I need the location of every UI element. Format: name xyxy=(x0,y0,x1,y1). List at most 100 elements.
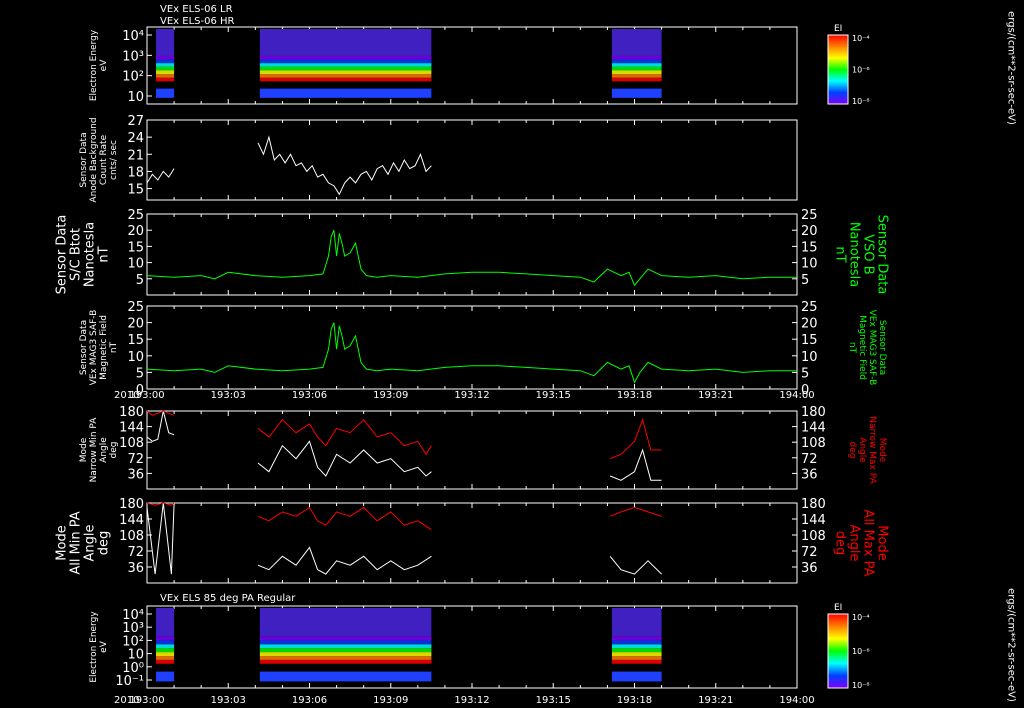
y-tick-label-right: 144 xyxy=(801,421,826,436)
heatmap-band xyxy=(156,74,175,78)
heatmap-band xyxy=(259,659,432,664)
panel-3-ylabel-right-line: Nanotesla xyxy=(847,222,862,287)
colorbar-tick-label: 10⁻⁴ xyxy=(852,613,870,622)
heatmap-band xyxy=(611,652,662,657)
panel-2-ylabel-line: Sensor Data xyxy=(79,132,89,187)
series-line-red xyxy=(257,418,432,456)
y-tick-label: 27 xyxy=(127,114,144,129)
heatmap-block-high xyxy=(156,608,175,637)
heatmap-band xyxy=(156,644,175,649)
y-tick-label: 21 xyxy=(127,148,144,163)
heatmap-band xyxy=(611,63,662,67)
bottom-title: VEx ELS 85 deg PA Regular xyxy=(160,593,296,604)
panel-4-ylabel-right-line: Magnetic Field xyxy=(857,315,867,380)
heatmap-band xyxy=(259,55,432,60)
panel-6-ylabel-right-line: Angle xyxy=(847,525,862,562)
panel-5-ylabel-right-line: deg xyxy=(847,442,857,459)
panel-6-ylabel-line: Mode xyxy=(54,525,69,560)
panel-5-ylabel-line: deg xyxy=(109,442,119,459)
panel-4-ylabel-right: Sensor DataVEx MAG3 SAF-BMagnetic Fieldn… xyxy=(847,310,887,386)
panel-4-ylabel-line: Sensor Data xyxy=(79,320,89,375)
panel-5-ylabel-right: ModeNarrow Max PAAngledeg xyxy=(847,416,887,484)
y-tick-label: 15 xyxy=(127,183,144,198)
series-line-white xyxy=(609,448,662,481)
heatmap-band xyxy=(259,77,432,82)
heatmap-band xyxy=(156,640,175,645)
heatmap-band xyxy=(156,652,175,657)
heatmap-band xyxy=(611,640,662,645)
heatmap-block-high xyxy=(259,608,432,637)
panel-4-frame xyxy=(146,305,798,390)
y-tick-label-right: 180 xyxy=(801,405,826,420)
colorbar-tick-label: 10⁻⁴ xyxy=(852,34,870,43)
x-tick-label: 193:21 xyxy=(698,695,733,706)
series-line-white xyxy=(257,135,432,196)
colorbar-tick-label: 10⁻⁸ xyxy=(852,97,870,106)
y-tick-label: 10² xyxy=(122,70,144,85)
y-tick-label-right: 72 xyxy=(801,545,818,560)
series-line-green xyxy=(146,322,797,384)
panel-3-ylabel-right: Sensor DataVSO BNanoteslanT xyxy=(833,215,890,295)
y-tick-label-right: 10 xyxy=(801,350,818,365)
panel-4-ylabel-line: VEx MAG3 SAF-B xyxy=(89,310,99,386)
panel-5-ylabel-line: Narrow Min PA xyxy=(89,417,99,483)
y-tick-label: 10³ xyxy=(122,49,144,64)
y-tick-label: 72 xyxy=(127,545,144,560)
x-tick-label: 193:18 xyxy=(617,695,652,706)
plot-canvas: VEx ELS-06 LR VEx ELS-06 HR VEx ELS 85 d… xyxy=(54,4,1017,706)
colorbar-unit-bottom-line: ergs/(cm**2-sr-sec-eV) xyxy=(1006,588,1017,702)
heatmap-band xyxy=(259,648,432,653)
x-tick-label: 193:03 xyxy=(211,695,246,706)
panel-6-ylabel-line: Angle xyxy=(82,525,97,562)
panel-6-ylabel-right-line: Mode xyxy=(875,525,890,560)
panel-6-ylabel-line: deg xyxy=(96,531,111,556)
heatmap-band xyxy=(156,70,175,75)
panel-6-ylabel-right: ModeAll Max PAAngledeg xyxy=(833,509,890,576)
panel-1-ylabel-line: Electron Energy xyxy=(89,29,99,101)
series-line-white xyxy=(257,440,432,477)
heatmap-band xyxy=(611,74,662,78)
x-tick-label: 193:12 xyxy=(454,695,489,706)
panel-3-ylabel-line: Nanotesla xyxy=(82,222,97,287)
panel-3-ylabel-line: S/C Btot xyxy=(68,228,83,281)
colorbar-1 xyxy=(827,34,849,105)
panel-1-ylabel-line: eV xyxy=(99,59,109,72)
y-tick-label-right: 144 xyxy=(801,513,826,528)
y-tick-label-right: 72 xyxy=(801,452,818,467)
heatmap-band xyxy=(156,648,175,653)
x-tick-label: 193:09 xyxy=(373,695,408,706)
heatmap-block-high xyxy=(611,29,662,56)
series-line-white xyxy=(146,502,175,575)
series-line-white xyxy=(257,546,432,575)
heatmap-band xyxy=(259,59,432,64)
panel-6-ylabel: Mode All Min PA Angle deg xyxy=(54,511,111,574)
y-tick-label: 36 xyxy=(127,561,144,576)
series-line-red xyxy=(609,418,662,460)
heatmap-band xyxy=(259,74,432,78)
panel-6-frame xyxy=(146,502,798,584)
y-tick-label-right: 25 xyxy=(801,208,818,223)
panel-7-ylabel-line: eV xyxy=(99,640,109,653)
x-tick-label: 194:00 xyxy=(779,695,814,706)
colorbar-tick-label: 10⁻⁶ xyxy=(852,66,870,75)
heatmap-band xyxy=(259,70,432,75)
panel-5-frame xyxy=(146,410,798,490)
y-tick-label-right: 25 xyxy=(801,300,818,315)
x-tick-label: 193:12 xyxy=(454,390,489,401)
panel-4-ylabel-line: Magnetic Field xyxy=(99,315,109,380)
panel-3-ylabel-right-line: Sensor Data xyxy=(875,215,890,295)
panel-1-ylabel: Electron Energy eV xyxy=(89,29,109,101)
y-tick-label-right: 108 xyxy=(801,529,826,544)
y-tick-label: 10 xyxy=(127,257,144,272)
panel-6-ylabel-line: All Min PA xyxy=(68,511,83,574)
heatmap-band xyxy=(156,656,175,660)
y-tick-label-right: 10 xyxy=(801,257,818,272)
panel-3-ylabel-line: nT xyxy=(96,246,111,262)
y-tick-label-right: 36 xyxy=(801,561,818,576)
colorbar-tick-label: 10⁻⁸ xyxy=(852,681,870,690)
panel-2-frame xyxy=(146,119,798,201)
heatmap-block-low xyxy=(156,88,175,98)
panel-5-ylabel-right-line: Angle xyxy=(857,437,867,463)
heatmap-block-low xyxy=(156,671,175,682)
heatmap-block-low xyxy=(611,671,662,682)
